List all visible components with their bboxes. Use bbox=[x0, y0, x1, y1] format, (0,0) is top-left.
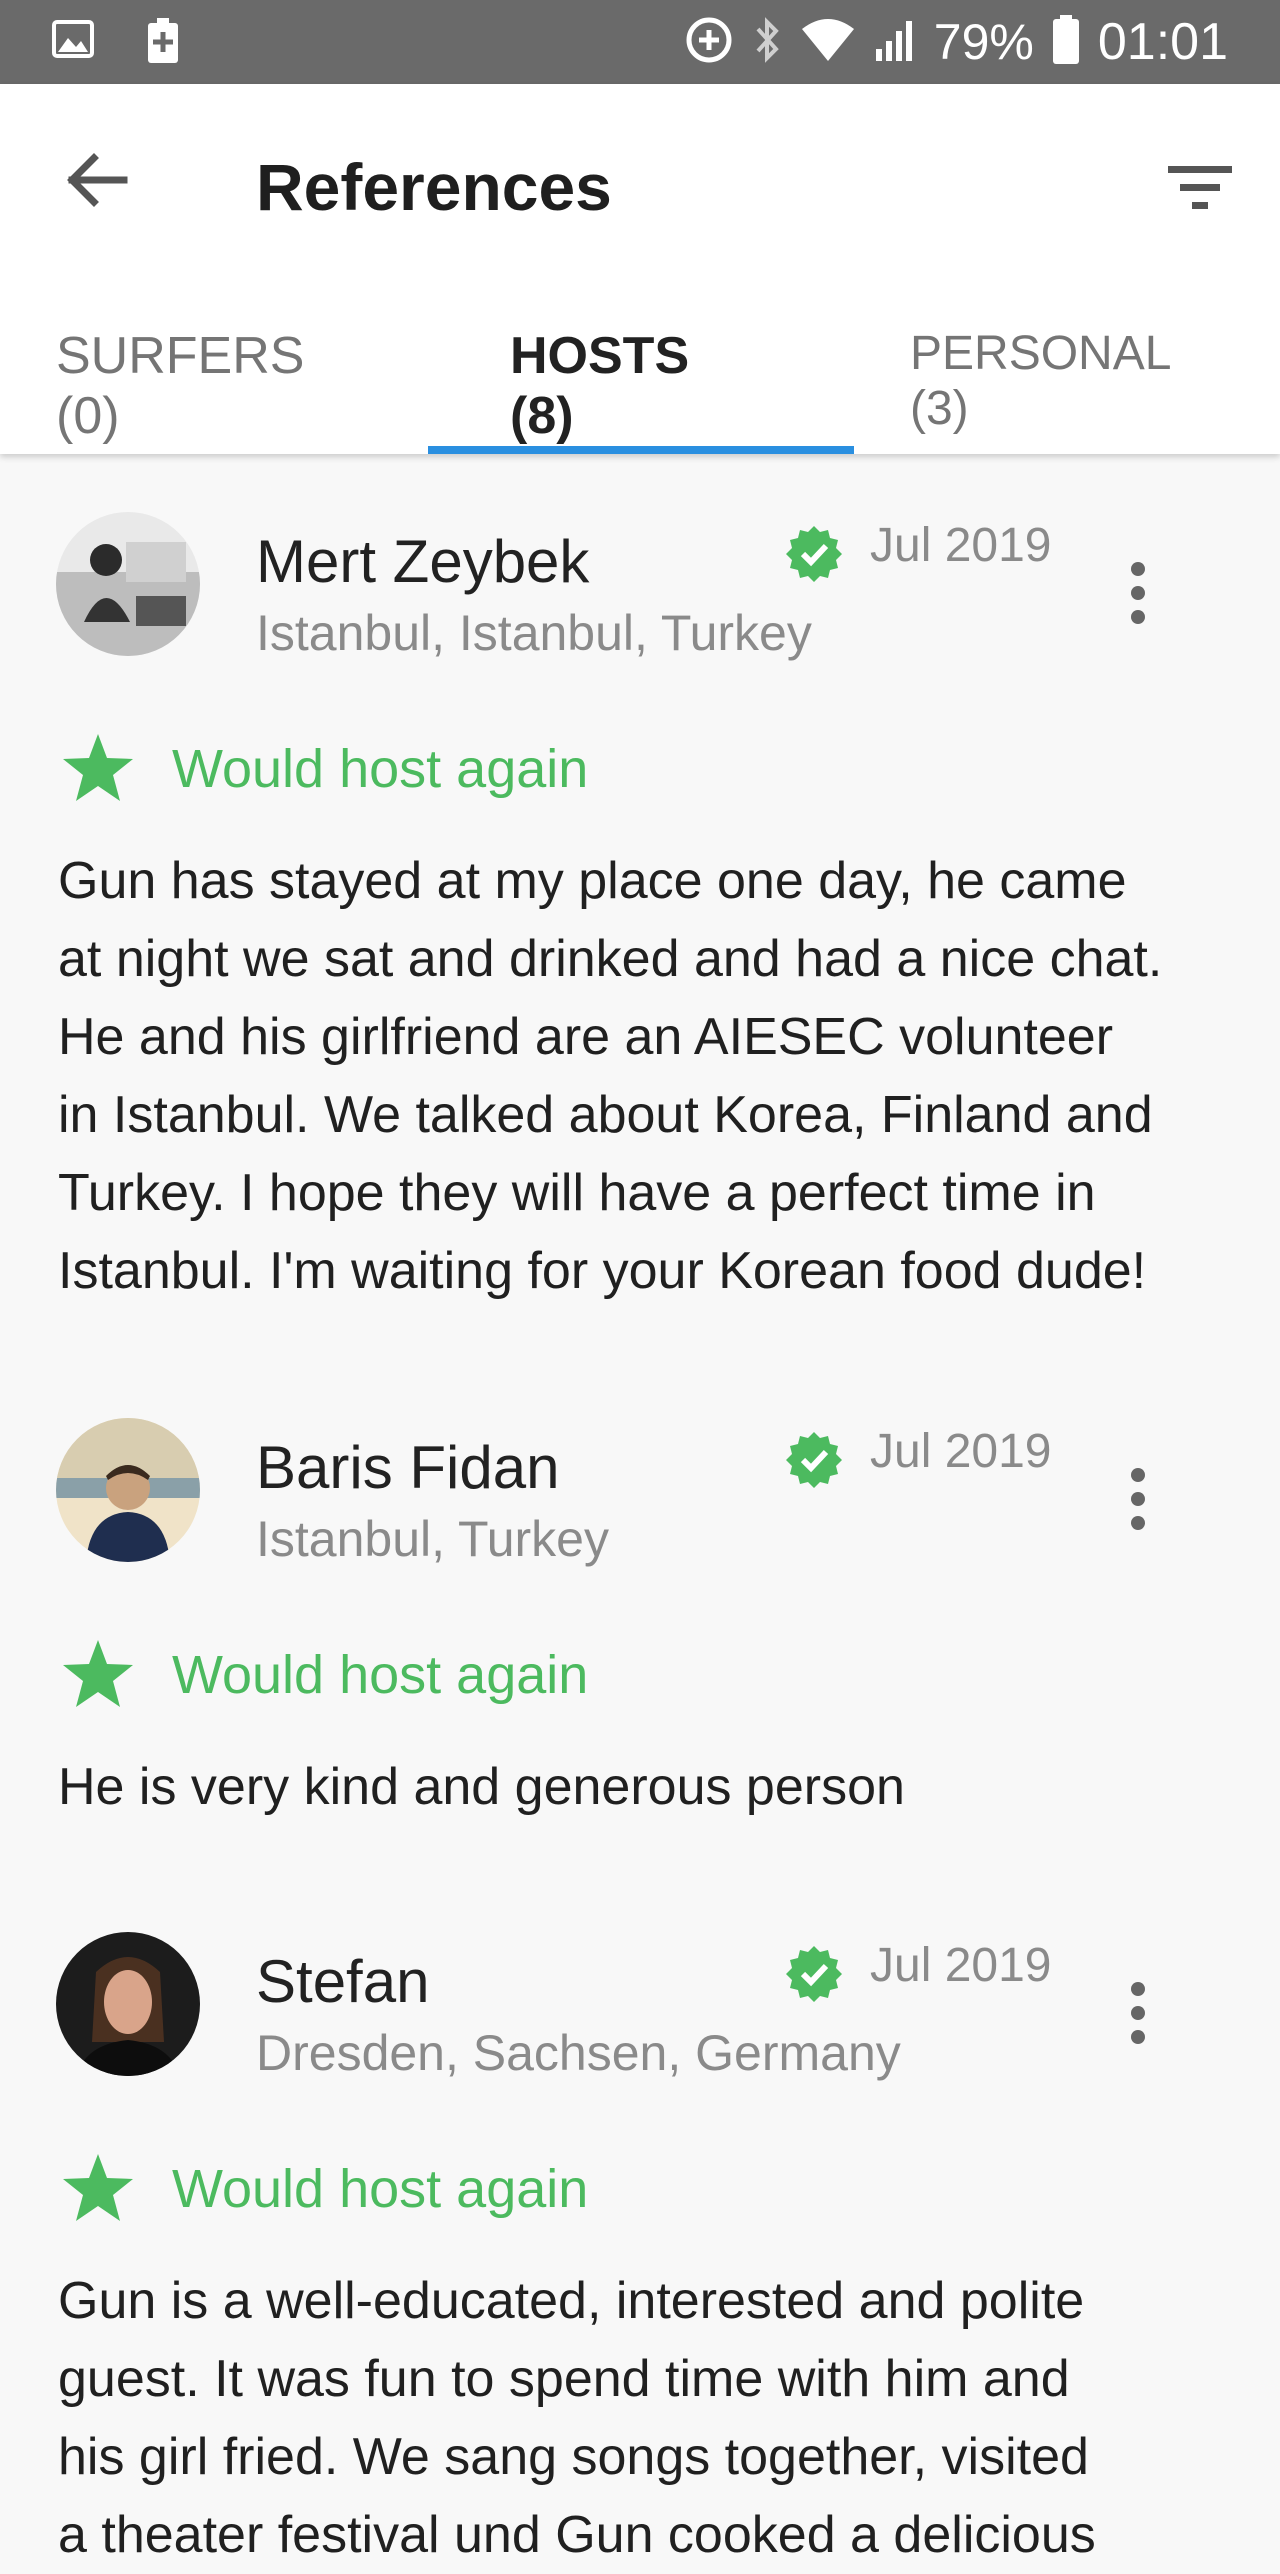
reference-text-line: Turkey. I hope they will have a perfect … bbox=[58, 1164, 1096, 1222]
verified-badge-icon bbox=[786, 1432, 842, 1488]
reference-text: Gun has stayed at my place one day, he c… bbox=[58, 842, 1238, 1310]
more-vert-icon bbox=[1120, 1468, 1156, 1530]
more-options-button[interactable] bbox=[1120, 562, 1156, 628]
tab-bar: SURFERS (0) HOSTS (8) PERSONAL (3) bbox=[0, 327, 1280, 454]
filter-button[interactable] bbox=[1160, 150, 1240, 230]
reference-text: He is very kind and generous person bbox=[58, 1748, 1238, 1826]
star-icon bbox=[63, 2154, 133, 2221]
verified-badge-icon bbox=[786, 1946, 842, 2002]
more-options-button[interactable] bbox=[1120, 1468, 1156, 1534]
reference-author-name[interactable]: Baris Fidan bbox=[256, 1438, 559, 1498]
data-saver-icon bbox=[684, 15, 734, 69]
bluetooth-icon bbox=[752, 15, 782, 69]
reference-author-location: Istanbul, Turkey bbox=[256, 1511, 609, 1567]
gallery-icon bbox=[52, 18, 94, 68]
reference-text-line: Istanbul. I'm waiting for your Korean fo… bbox=[58, 1242, 1147, 1300]
reference-text-line: in Istanbul. We talked about Korea, Finl… bbox=[58, 1086, 1153, 1144]
reference-text-line: He and his girlfriend are an AIESEC volu… bbox=[58, 1008, 1114, 1066]
signal-icon bbox=[874, 17, 916, 67]
tab-personal-label: PERSONAL (3) bbox=[910, 327, 1170, 435]
avatar[interactable] bbox=[56, 512, 200, 656]
reference-text-line: He is very kind and generous person bbox=[58, 1758, 905, 1816]
page-title: References bbox=[256, 150, 612, 224]
reference-text: Gun is a well-educated, interested and p… bbox=[58, 2262, 1238, 2574]
wifi-icon bbox=[800, 17, 856, 67]
more-options-button[interactable] bbox=[1120, 1982, 1156, 2048]
avatar[interactable] bbox=[56, 1932, 200, 2076]
reference-text-line: at night we sat and drinked and had a ni… bbox=[58, 930, 1163, 988]
tab-hosts-label: HOSTS (8) bbox=[510, 327, 690, 445]
active-tab-indicator bbox=[428, 446, 854, 454]
battery-saver-icon bbox=[146, 18, 180, 68]
star-icon bbox=[63, 734, 133, 801]
filter-icon bbox=[1168, 166, 1232, 209]
reference-author-location: Istanbul, Istanbul, Turkey bbox=[256, 605, 812, 661]
recommendation-label: Would host again bbox=[172, 2159, 589, 2219]
reference-text-line: Gun has stayed at my place one day, he c… bbox=[58, 852, 1127, 910]
reference-date: Jul 2019 bbox=[870, 519, 1052, 572]
app-bar: References SURFERS (0) HOSTS (8) PERSONA… bbox=[0, 84, 1280, 454]
tab-surfers-label: SURFERS (0) bbox=[56, 327, 305, 445]
reference-text-line: a theater festival und Gun cooked a deli… bbox=[58, 2506, 1096, 2564]
star-icon bbox=[63, 1640, 133, 1707]
reference-text-line: Gun is a well-educated, interested and p… bbox=[58, 2272, 1085, 2330]
reference-author-name[interactable]: Stefan bbox=[256, 1952, 429, 2012]
reference-date: Jul 2019 bbox=[870, 1425, 1052, 1478]
verified-badge-icon bbox=[786, 526, 842, 582]
reference-author-location: Dresden, Sachsen, Germany bbox=[256, 2025, 901, 2081]
reference-text-line: guest. It was fun to spend time with him… bbox=[58, 2350, 1070, 2408]
arrow-back-icon bbox=[67, 153, 128, 207]
battery-percent: 79% bbox=[933, 14, 1034, 70]
more-vert-icon bbox=[1120, 562, 1156, 624]
clock: 01:01 bbox=[1097, 13, 1228, 71]
reference-date: Jul 2019 bbox=[870, 1939, 1052, 1992]
recommendation-label: Would host again bbox=[172, 739, 589, 799]
more-vert-icon bbox=[1120, 1982, 1156, 2044]
reference-text-line: his girl fried. We sang songs together, … bbox=[58, 2428, 1089, 2486]
battery-icon bbox=[1052, 15, 1080, 69]
status-bar: 79% 01:01 bbox=[0, 0, 1280, 84]
avatar[interactable] bbox=[56, 1418, 200, 1562]
recommendation-label: Would host again bbox=[172, 1645, 589, 1705]
reference-author-name[interactable]: Mert Zeybek bbox=[256, 532, 589, 592]
back-button[interactable] bbox=[58, 140, 138, 220]
